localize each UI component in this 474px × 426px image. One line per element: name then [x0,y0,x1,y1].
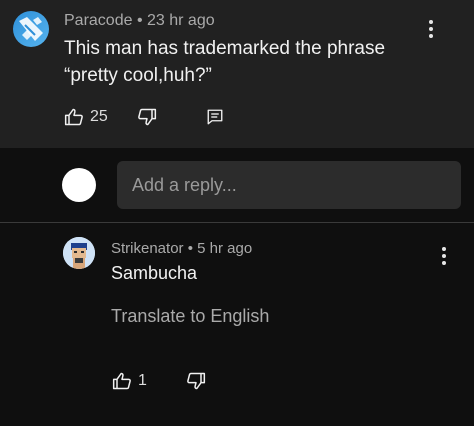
reply-menu-icon[interactable] [441,247,447,265]
thumbs-down-icon[interactable] [186,371,206,391]
comment-menu-icon[interactable] [428,20,434,38]
comment-text: This man has trademarked the phrase “pre… [64,38,386,86]
translate-link[interactable]: Translate to English [111,306,269,327]
thumbs-up-icon[interactable] [64,107,84,127]
reply-author-avatar[interactable] [63,237,95,269]
reply-meta: Strikenator • 5 hr ago [111,240,252,257]
commenter-avatar[interactable] [13,11,49,47]
thumbs-down-icon[interactable] [137,107,157,127]
reply-input[interactable]: Add a reply... [117,161,461,209]
avatar-logo-icon [19,17,43,41]
comment-icon[interactable] [206,108,224,126]
meta-separator: • [136,12,143,29]
section-divider [0,222,474,223]
comment-author[interactable]: Paracode [64,12,133,29]
like-count: 25 [90,108,108,125]
highlighted-comment: Paracode • 23 hr ago This man has tradem… [0,0,474,148]
reply-text: Sambucha [111,263,198,283]
reply-author[interactable]: Strikenator [111,240,184,257]
avatar-character-icon [63,237,95,269]
comment-meta: Paracode • 23 hr ago [64,12,215,30]
reply-time[interactable]: 5 hr ago [197,240,252,257]
reply-like-count: 1 [138,372,147,389]
current-user-avatar [62,168,96,202]
thumbs-up-icon[interactable] [112,371,132,391]
comment-time[interactable]: 23 hr ago [147,12,215,29]
meta-separator: • [187,240,193,257]
